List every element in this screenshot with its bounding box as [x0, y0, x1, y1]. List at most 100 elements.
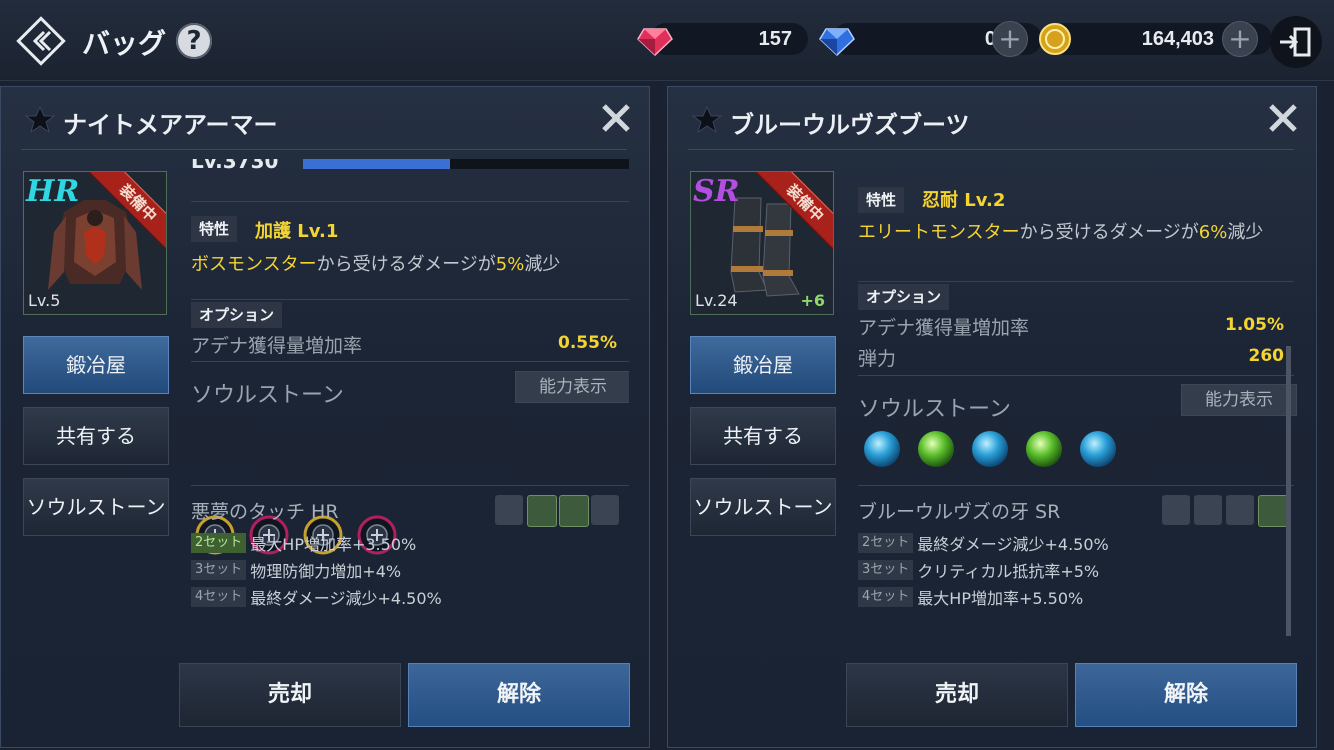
- trait-target: エリートモンスター: [858, 222, 1020, 243]
- set-count-tag: 2セット: [191, 533, 247, 553]
- soulstone-slots: [864, 431, 1116, 467]
- rank-label: HR: [26, 174, 80, 209]
- ability-display-button[interactable]: 能力表示: [1181, 384, 1297, 416]
- option-name: 弾力: [858, 348, 897, 370]
- item-detail-panel-right: ブルーウルヴズブーツ SR 装備中 Lv.24 +6 鍛冶屋 共有する ソウルス…: [667, 86, 1317, 748]
- set-bonus-text: 最終ダメージ減少+4.50%: [250, 589, 442, 608]
- favorite-star-icon[interactable]: [25, 105, 55, 135]
- boots-icon: [1258, 495, 1288, 527]
- option-tag: オプション: [191, 302, 283, 328]
- add-gold-button[interactable]: +: [1222, 21, 1258, 57]
- add-blue-gem-button[interactable]: +: [992, 21, 1028, 57]
- soulstone-blue-1[interactable]: [864, 431, 900, 467]
- divider: [858, 375, 1294, 376]
- soulstone-green-2[interactable]: [1026, 431, 1062, 467]
- soulstone-blue-2[interactable]: [972, 431, 1008, 467]
- divider: [191, 361, 629, 362]
- rank-label: SR: [693, 174, 740, 209]
- divider: [191, 485, 629, 486]
- gloves-icon: [1226, 495, 1254, 525]
- exit-button[interactable]: [1270, 16, 1322, 68]
- trait-value: 6%: [1198, 222, 1228, 243]
- item-name: ブルーウルヴズブーツ: [730, 111, 970, 139]
- soulstone-title: ソウルストーン: [858, 397, 1011, 422]
- trait-name: 忍耐 Lv.2: [922, 190, 1006, 211]
- share-button[interactable]: 共有する: [23, 407, 169, 465]
- item-icon-level: Lv.5: [28, 291, 61, 310]
- unequip-button[interactable]: 解除: [408, 663, 630, 727]
- soulstone-title: ソウルストーン: [191, 383, 344, 408]
- option-name: アデナ獲得量増加率: [858, 317, 1030, 339]
- armor-icon: [1194, 495, 1222, 525]
- close-icon[interactable]: [1266, 101, 1300, 135]
- unequip-button[interactable]: 解除: [1075, 663, 1297, 727]
- option-name: アデナ獲得量増加率: [191, 335, 363, 357]
- set-bonus-row: 4セット 最終ダメージ減少+4.50%: [191, 585, 442, 608]
- trait-description: ボスモンスターから受けるダメージが5%減少: [191, 255, 629, 275]
- option-tag: オプション: [858, 284, 950, 310]
- set-bonus-text: 最終ダメージ減少+4.50%: [917, 535, 1109, 554]
- armor-icon: [527, 495, 557, 527]
- header-divider: [21, 149, 627, 150]
- soulstone-button[interactable]: ソウルストーン: [690, 478, 836, 536]
- back-button[interactable]: [14, 14, 68, 68]
- item-icon: HR 装備中 Lv.5: [23, 171, 167, 315]
- set-bonus-row: 3セット 物理防御力増加+4%: [191, 558, 402, 581]
- exp-bar: [303, 159, 629, 169]
- divider: [191, 299, 629, 300]
- item-name: ナイトメアアーマー: [63, 111, 278, 139]
- enchant-level: +6: [800, 291, 825, 310]
- option-value: 1.05%: [1225, 315, 1284, 335]
- set-count-tag: 4セット: [191, 587, 247, 607]
- set-count-tag: 3セット: [191, 560, 247, 580]
- trait-desc-tail: 減少: [1227, 222, 1264, 243]
- trait-description: エリートモンスターから受けるダメージが6%減少: [858, 223, 1296, 243]
- page-title: バッグ: [82, 27, 167, 60]
- item-detail-panel-left: ナイトメアアーマー HR 装備中 Lv.5 鍛冶屋 共有する ソウルストーン L…: [0, 86, 650, 748]
- favorite-star-icon[interactable]: [692, 105, 722, 135]
- scrollbar[interactable]: [1286, 346, 1291, 636]
- sell-button[interactable]: 売却: [179, 663, 401, 727]
- sell-button[interactable]: 売却: [846, 663, 1068, 727]
- back-arrow-icon: [16, 16, 66, 66]
- panel-header: ブルーウルヴズブーツ: [668, 87, 1316, 151]
- red-gem-icon: [637, 28, 673, 57]
- trait-tag: 特性: [191, 216, 238, 242]
- exp-bar-fill: [303, 159, 450, 169]
- item-level-text: Lv.3730: [191, 159, 279, 173]
- help-button[interactable]: ?: [176, 23, 212, 59]
- set-bonus-row: 2セット 最大HP増加率+3.50%: [191, 531, 417, 554]
- trait-name: 加護 Lv.1: [255, 221, 339, 242]
- soulstone-green-1[interactable]: [918, 431, 954, 467]
- option-value: 0.55%: [558, 333, 617, 353]
- share-button[interactable]: 共有する: [690, 407, 836, 465]
- ability-display-button[interactable]: 能力表示: [515, 371, 629, 403]
- helmet-icon: [1162, 495, 1190, 525]
- item-icon: SR 装備中 Lv.24 +6: [690, 171, 834, 315]
- set-bonus-row: 2セット 最終ダメージ減少+4.50%: [858, 531, 1109, 554]
- close-icon[interactable]: [599, 101, 633, 135]
- trait-desc-mid: から受けるダメージが: [1019, 222, 1199, 243]
- divider: [858, 281, 1294, 282]
- trait-desc-mid: から受けるダメージが: [316, 254, 496, 275]
- soulstone-button[interactable]: ソウルストーン: [23, 478, 169, 536]
- set-bonus-text: クリティカル抵抗率+5%: [917, 562, 1100, 581]
- blue-gem-icon: [819, 28, 855, 57]
- boots-icon: [591, 495, 619, 525]
- trait-value: 5%: [495, 254, 525, 275]
- set-bonus-row: 4セット 最大HP増加率+5.50%: [858, 585, 1084, 608]
- soulstone-blue-3[interactable]: [1080, 431, 1116, 467]
- set-bonus-text: 物理防御力増加+4%: [250, 562, 402, 581]
- helmet-icon: [495, 495, 523, 525]
- set-count-tag: 2セット: [858, 533, 914, 553]
- blacksmith-button[interactable]: 鍛冶屋: [690, 336, 836, 394]
- trait-desc-tail: 減少: [524, 254, 561, 275]
- set-count-tag: 4セット: [858, 587, 914, 607]
- blacksmith-button[interactable]: 鍛冶屋: [23, 336, 169, 394]
- set-bonus-text: 最大HP増加率+5.50%: [917, 589, 1084, 608]
- option-value: 260: [1248, 346, 1285, 366]
- set-bonus-text: 最大HP増加率+3.50%: [250, 535, 417, 554]
- divider: [858, 485, 1294, 486]
- trait-target: ボスモンスター: [191, 254, 317, 275]
- set-title: 悪夢のタッチ HR: [191, 501, 339, 523]
